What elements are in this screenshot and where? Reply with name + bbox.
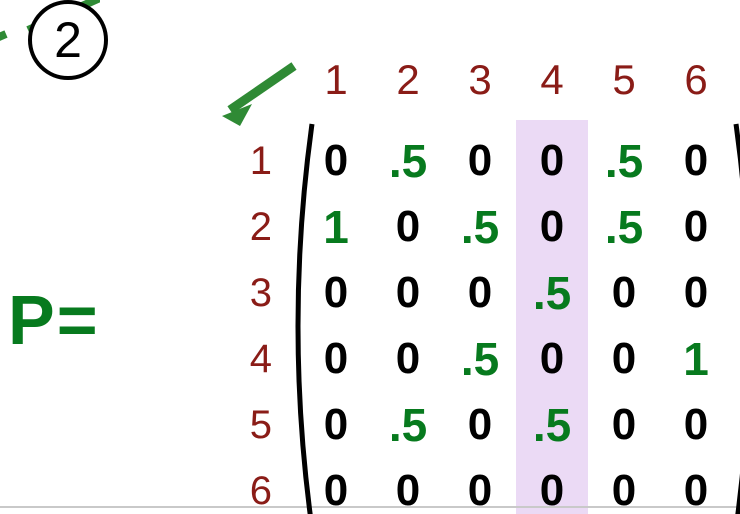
matrix-cell: .5 <box>516 260 588 326</box>
col-header: 1 <box>300 56 372 104</box>
matrix-label: P= <box>8 280 100 360</box>
col-header: 4 <box>516 56 588 104</box>
matrix-cell: 0 <box>372 326 444 392</box>
matrix-cell: .5 <box>588 128 660 194</box>
matrix-cell: 0 <box>444 128 516 194</box>
matrix-cell: .5 <box>444 326 516 392</box>
matrix-cell: 0 <box>660 260 732 326</box>
right-paren-icon <box>728 120 740 514</box>
row-header: 2 <box>244 194 272 260</box>
col-header: 5 <box>588 56 660 104</box>
matrix-body: 0.500.5010.50.50000.50000.50010.50.50000… <box>300 128 732 514</box>
graph-node-2: 2 <box>28 0 108 80</box>
matrix-cell: 0 <box>444 392 516 458</box>
row-header: 3 <box>244 260 272 326</box>
col-header: 3 <box>444 56 516 104</box>
matrix-cell: .5 <box>372 392 444 458</box>
row-header: 1 <box>244 128 272 194</box>
matrix-cell: 0 <box>372 260 444 326</box>
column-headers: 1 2 3 4 5 6 <box>300 56 732 104</box>
matrix-cell: 0 <box>444 458 516 514</box>
matrix-cell: 0 <box>588 260 660 326</box>
matrix-cell: 0 <box>660 392 732 458</box>
row-header: 5 <box>244 392 272 458</box>
matrix-cell: .5 <box>516 392 588 458</box>
col-header: 2 <box>372 56 444 104</box>
matrix-cell: 0 <box>372 194 444 260</box>
matrix-cell: 0 <box>516 194 588 260</box>
matrix-cell: 0 <box>444 260 516 326</box>
graph-node-2-label: 2 <box>54 11 82 69</box>
row-headers: 1 2 3 4 5 6 <box>244 128 272 514</box>
col-header: 6 <box>660 56 732 104</box>
matrix-cell: 0 <box>588 458 660 514</box>
row-header: 4 <box>244 326 272 392</box>
matrix-cell: 0 <box>660 458 732 514</box>
matrix-cell: 0 <box>516 326 588 392</box>
left-paren-icon <box>280 120 320 514</box>
matrix-cell: 0 <box>660 128 732 194</box>
matrix-cell: 0 <box>588 392 660 458</box>
matrix-cell: .5 <box>444 194 516 260</box>
matrix-cell: 0 <box>372 458 444 514</box>
matrix-cell: .5 <box>372 128 444 194</box>
matrix-cell: 0 <box>588 326 660 392</box>
matrix-cell: 0 <box>660 194 732 260</box>
matrix-cell: .5 <box>588 194 660 260</box>
matrix-cell: 0 <box>516 458 588 514</box>
matrix-cell: 1 <box>660 326 732 392</box>
matrix-cell: 0 <box>516 128 588 194</box>
